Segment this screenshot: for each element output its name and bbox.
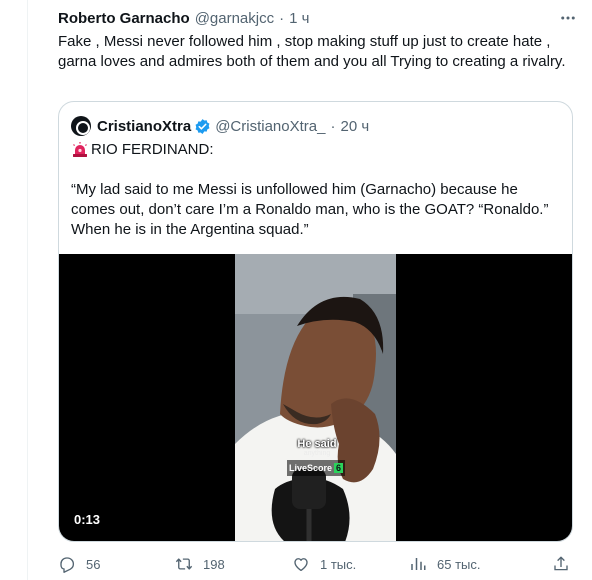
author-name[interactable]: Roberto Garnacho: [58, 10, 190, 27]
share-icon: [554, 556, 568, 571]
like-button[interactable]: 1 тыс.: [292, 552, 356, 576]
ellipsis-icon: [561, 16, 575, 20]
video-frame: He said anything LiveScore 6: [235, 254, 396, 541]
separator-dot: ·: [279, 9, 285, 27]
tweet-timestamp[interactable]: 1 ч: [289, 10, 309, 27]
retweet-button[interactable]: 198: [175, 552, 225, 576]
quoted-tweet-text: “My lad said to me Messi is unfollowed h…: [71, 181, 549, 238]
caption-text: He said: [297, 438, 337, 450]
quoted-author-handle[interactable]: @CristianoXtra_: [215, 118, 325, 135]
siren-icon: [71, 141, 89, 159]
watermark-text: LiveScore: [289, 463, 333, 473]
thread-divider: [27, 0, 28, 580]
views-icon: [411, 558, 426, 570]
quoted-tweet-header: CristianoXtra @CristianoXtra_ · 20 ч: [71, 115, 369, 137]
video-thumbnail: [235, 254, 396, 541]
quoted-author-avatar[interactable]: [71, 116, 91, 136]
views-count: 65 тыс.: [437, 556, 481, 572]
retweet-count: 198: [203, 556, 225, 572]
reply-count: 56: [86, 556, 101, 572]
like-count: 1 тыс.: [320, 556, 357, 572]
quoted-tweet-timestamp[interactable]: 20 ч: [340, 118, 369, 135]
heart-icon: [294, 558, 308, 572]
tweet-text: Fake , Messi never followed him , stop m…: [58, 33, 566, 70]
video-caption: He said anything: [295, 438, 339, 458]
share-button[interactable]: [552, 552, 580, 576]
action-bar: 56 198 1 тыс. 65 тыс.: [58, 552, 592, 576]
quoted-headline: RIO FERDINAND:: [71, 140, 214, 160]
reply-button[interactable]: 56: [58, 552, 100, 576]
more-options-button[interactable]: [556, 6, 580, 30]
retweet-icon: [175, 558, 193, 570]
views-button[interactable]: 65 тыс.: [409, 552, 480, 576]
watermark-mark: 6: [334, 463, 344, 473]
caption-subtext: anything: [303, 450, 331, 457]
quoted-tweet[interactable]: CristianoXtra @CristianoXtra_ · 20 ч RIO…: [58, 101, 573, 542]
verified-badge-icon: [195, 118, 210, 134]
author-handle[interactable]: @garnakjcc: [195, 10, 274, 27]
reply-icon: [60, 557, 75, 573]
separator-dot: ·: [330, 117, 336, 135]
livescore-watermark: LiveScore 6: [287, 460, 346, 476]
video-duration: 0:13: [74, 512, 101, 527]
quoted-headline-text: RIO FERDINAND:: [91, 141, 214, 158]
tweet-header: Roberto Garnacho @garnakjcc · 1 ч: [58, 8, 309, 28]
video-player[interactable]: He said anything LiveScore 6 0:13: [59, 254, 572, 541]
quoted-author-name[interactable]: CristianoXtra: [97, 118, 191, 135]
